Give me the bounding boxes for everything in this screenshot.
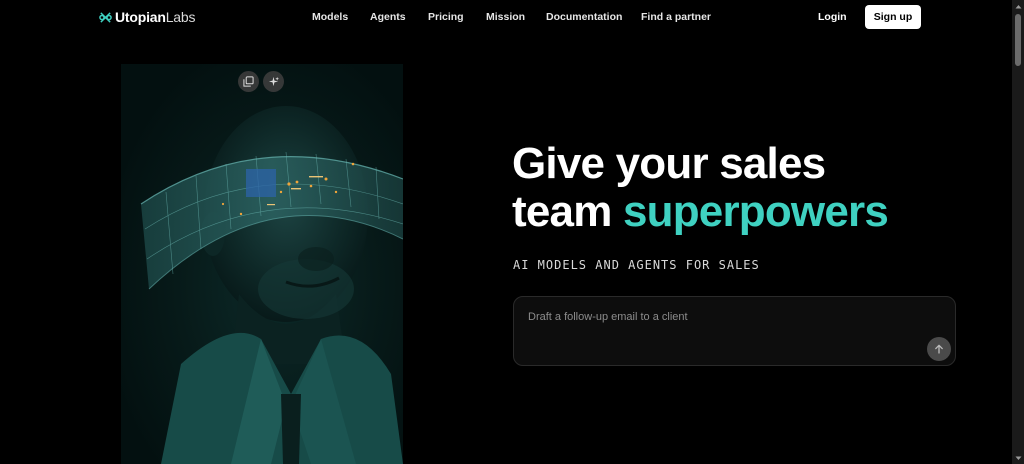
hero-title-line2-plain: team (512, 187, 623, 236)
page-scrollbar[interactable] (1012, 0, 1024, 464)
page: Utopian Labs Models Agents Pricing Missio… (0, 0, 1024, 464)
sparkle-icon (268, 76, 279, 87)
hero-title-accent: superpowers (622, 187, 889, 236)
send-button[interactable] (927, 337, 951, 361)
prompt-input[interactable] (528, 309, 918, 325)
navbar: Utopian Labs Models Agents Pricing Missio… (0, 0, 1012, 34)
hero-image (121, 64, 403, 464)
nav-link-mission[interactable]: Mission (486, 11, 525, 23)
scroll-down-button[interactable] (1012, 452, 1024, 464)
nav-link-find-a-partner[interactable]: Find a partner (641, 11, 711, 23)
hero-title-line1: Give your sales (512, 139, 826, 188)
prompt-box (513, 296, 956, 366)
hero-subtitle: AI MODELS AND AGENTS FOR SALES (513, 258, 760, 272)
chevron-down-icon (1015, 456, 1021, 460)
nav-links: Models Agents Pricing Mission Documentat… (0, 11, 1012, 25)
nav-link-agents[interactable]: Agents (370, 11, 406, 23)
hero-title-line2: team superpowers (512, 187, 889, 236)
scrollbar-thumb[interactable] (1015, 14, 1021, 66)
arrow-up-icon (935, 344, 943, 354)
nav-link-models[interactable]: Models (312, 11, 348, 23)
nav-link-pricing[interactable]: Pricing (428, 11, 464, 23)
sparkle-button[interactable] (263, 71, 284, 92)
gallery-button[interactable] (238, 71, 259, 92)
gallery-icon (243, 76, 254, 87)
signup-button[interactable]: Sign up (865, 5, 921, 29)
nav-link-documentation[interactable]: Documentation (546, 11, 622, 23)
visor-portrait-illustration (140, 106, 403, 464)
login-link[interactable]: Login (818, 11, 847, 23)
chevron-up-icon (1015, 4, 1021, 8)
scroll-up-button[interactable] (1012, 0, 1024, 12)
hero-title: Give your sales team superpowers (512, 139, 889, 236)
